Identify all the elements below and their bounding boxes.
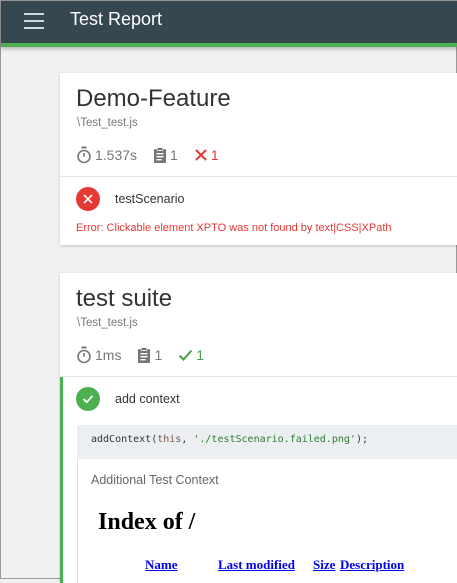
test-row-failed[interactable]: testScenario Error: Clickable element XP…	[60, 177, 457, 245]
column-header-last-modified[interactable]: Last modified	[218, 557, 295, 573]
duration-stat: 1.537s	[76, 146, 137, 164]
duration-value: 1ms	[95, 347, 122, 363]
test-count-stat: 1	[153, 147, 178, 163]
duration-stat: 1ms	[76, 346, 121, 364]
test-count-stat: 1	[137, 347, 162, 363]
column-header-name[interactable]: Name	[145, 557, 178, 573]
suite-stats: 1ms 1 1	[76, 346, 220, 364]
suite-file: \Test_test.js	[77, 117, 138, 129]
test-row-passed[interactable]: add context addContext(this, './testScen…	[60, 377, 457, 583]
failed-count-stat: 1	[194, 147, 219, 163]
suite-card-test-suite: test suite \Test_test.js 1ms 1 1 add con…	[60, 273, 457, 583]
passed-count-stat: 1	[178, 347, 204, 363]
hamburger-menu-icon[interactable]	[24, 13, 44, 29]
test-count-value: 1	[154, 347, 163, 363]
passed-status-icon	[76, 387, 100, 411]
passed-count-value: 1	[196, 347, 205, 363]
suite-title: test suite	[76, 285, 173, 312]
suite-card-demo-feature: Demo-Feature \Test_test.js 1.537s 1 1 te…	[60, 73, 457, 245]
failed-status-icon	[76, 187, 100, 211]
additional-context: Additional Test Context Index of / Name …	[77, 459, 457, 583]
suite-title: Demo-Feature	[76, 85, 231, 112]
index-title: Index of /	[98, 509, 196, 535]
column-header-description[interactable]: Description	[340, 557, 404, 573]
clipboard-icon	[138, 347, 151, 363]
duration-value: 1.537s	[95, 147, 138, 163]
stopwatch-icon	[77, 146, 91, 164]
test-count-value: 1	[170, 147, 178, 163]
test-name[interactable]: add context	[115, 392, 180, 406]
test-name[interactable]: testScenario	[115, 192, 184, 206]
error-message: Error: Clickable element XPTO was not fo…	[76, 222, 392, 234]
context-label: Additional Test Context	[91, 473, 219, 487]
code-snippet: addContext(this, './testScenario.failed.…	[77, 425, 457, 459]
app-header: Test Report	[1, 1, 457, 47]
clipboard-icon	[154, 147, 167, 163]
code-string: './testScenario.failed.png'	[193, 434, 356, 445]
suite-file: \Test_test.js	[77, 317, 138, 329]
x-fail-icon	[195, 149, 207, 161]
code-keyword: this	[157, 434, 182, 445]
code-fn: addContext(	[91, 434, 158, 445]
code-sep: ,	[181, 434, 194, 445]
suite-stats: 1.537s 1 1	[76, 146, 235, 164]
code-end: );	[355, 434, 368, 445]
check-pass-icon	[179, 349, 193, 361]
app-title: Test Report	[70, 9, 163, 29]
column-header-size[interactable]: Size	[313, 557, 335, 573]
stopwatch-icon	[77, 346, 91, 364]
failed-count-value: 1	[210, 147, 219, 163]
